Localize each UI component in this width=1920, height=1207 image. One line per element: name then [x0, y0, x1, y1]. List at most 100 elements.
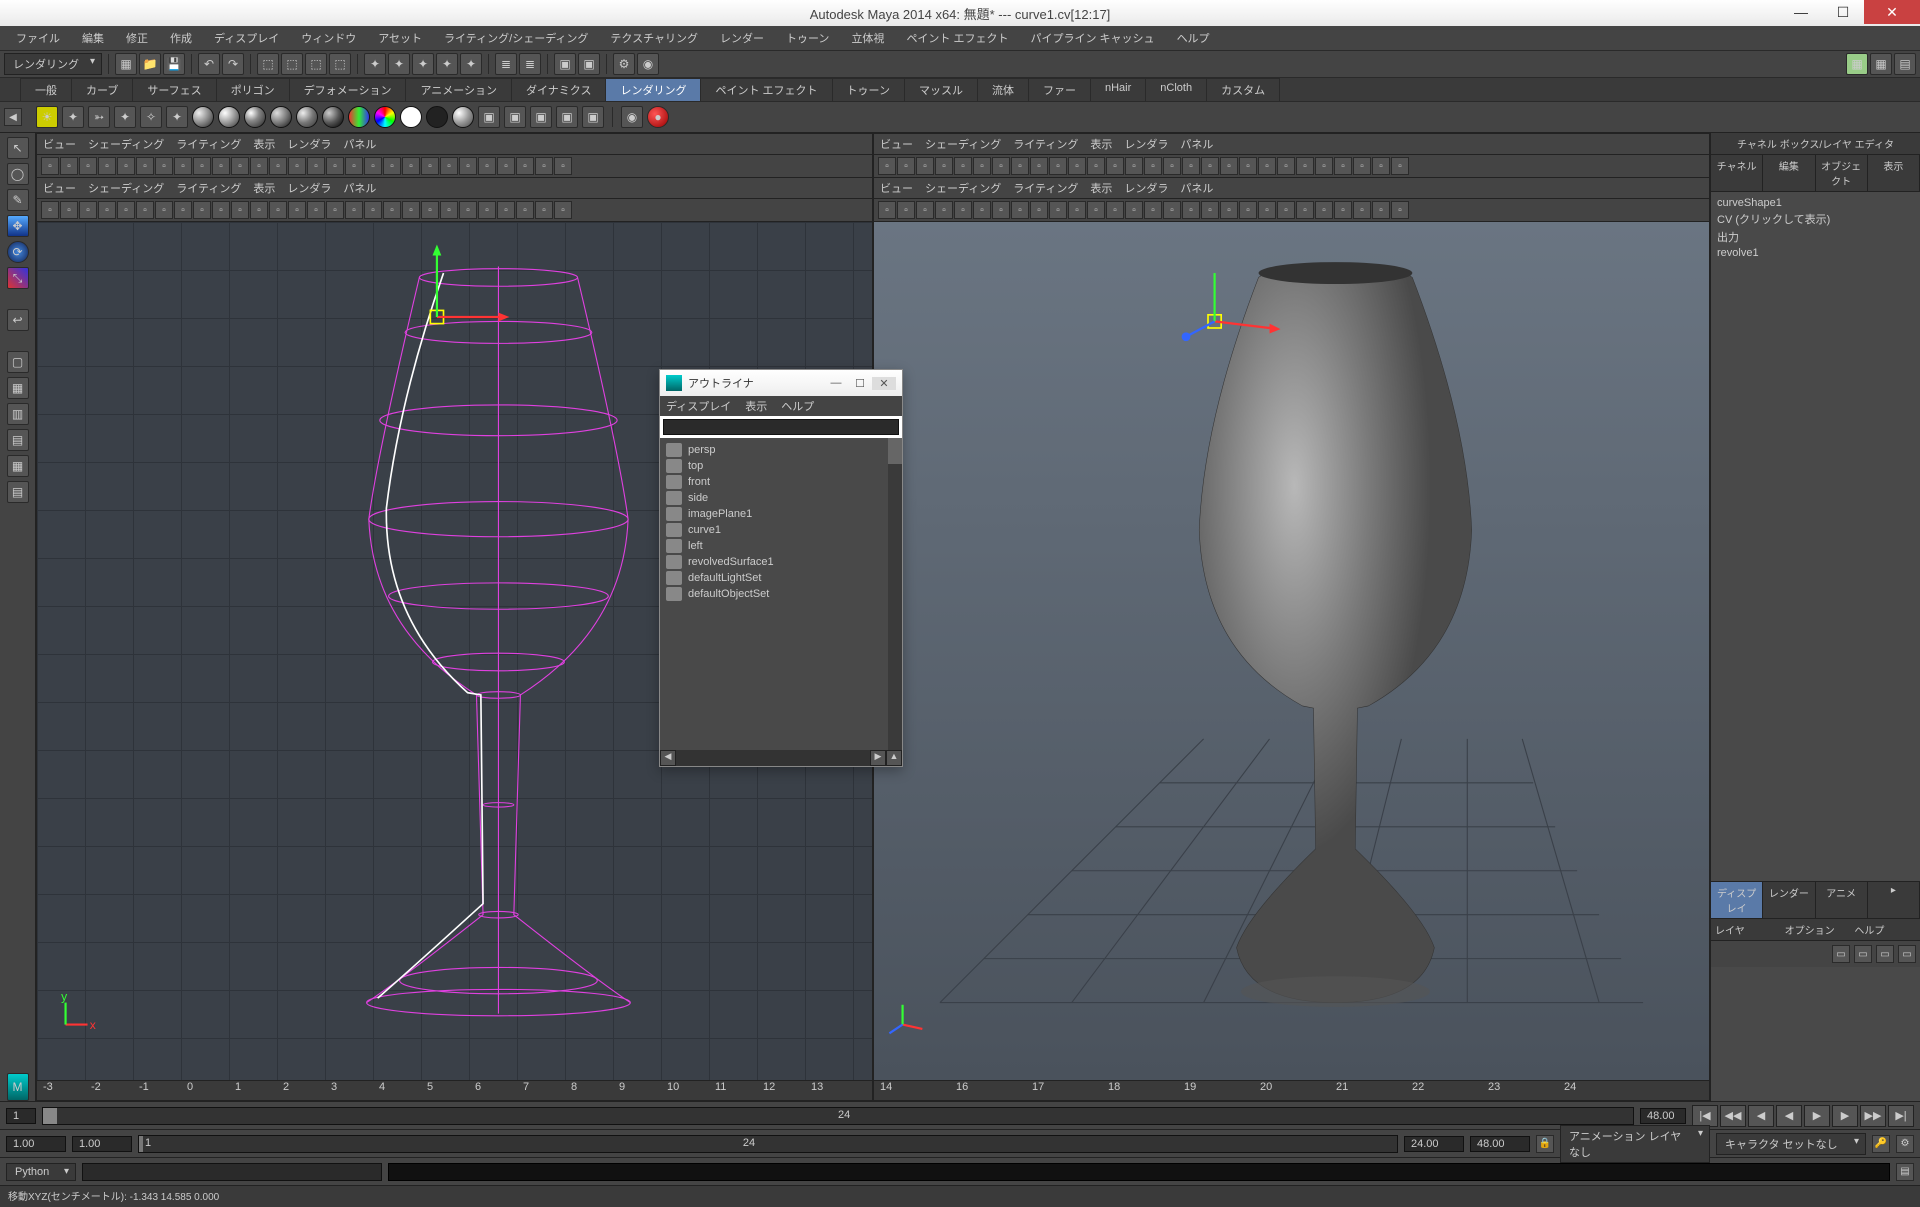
vp-tool-icon[interactable]: ▫	[250, 201, 268, 219]
panel-config-icon[interactable]: ▤	[1894, 53, 1916, 75]
batch-render-icon[interactable]: ▣	[530, 106, 552, 128]
vp-menu-ライティング[interactable]: ライティング	[176, 180, 241, 196]
cb-tab-チャネル[interactable]: チャネル	[1711, 155, 1763, 191]
vp-tool-icon[interactable]: ▫	[364, 201, 382, 219]
vp-tool-icon[interactable]: ▫	[973, 157, 991, 175]
vp-tool-icon[interactable]: ▫	[954, 201, 972, 219]
vp-tool-icon[interactable]: ▫	[1030, 201, 1048, 219]
vp-menu-ビュー[interactable]: ビュー	[43, 180, 76, 196]
layer-menu-オプション[interactable]: オプション	[1781, 919, 1851, 940]
vp-tool-icon[interactable]: ▫	[992, 201, 1010, 219]
menu-ヘルプ[interactable]: ヘルプ	[1167, 28, 1220, 48]
ipr-icon[interactable]: ▣	[504, 106, 526, 128]
maximize-button[interactable]: ☐	[1822, 0, 1864, 24]
menu-作成[interactable]: 作成	[160, 28, 202, 48]
outliner-item[interactable]: defaultLightSet	[662, 570, 900, 586]
render-frame-icon[interactable]: ▣	[554, 53, 576, 75]
menu-ライティング/シェーディング[interactable]: ライティング/シェーディング	[434, 28, 598, 48]
playhead[interactable]	[43, 1108, 57, 1124]
vp-tool-icon[interactable]: ▫	[1258, 157, 1276, 175]
vp-menu-ライティング[interactable]: ライティング	[1013, 136, 1078, 152]
shelf-tab-サーフェス[interactable]: サーフェス	[132, 78, 216, 101]
undo-icon[interactable]: ↶	[198, 53, 220, 75]
vp-tool-icon[interactable]: ▫	[1201, 201, 1219, 219]
vp-tool-icon[interactable]: ▫	[535, 201, 553, 219]
outliner-item[interactable]: defaultObjectSet	[662, 586, 900, 602]
snap-grid-icon[interactable]: ✦	[364, 53, 386, 75]
vp-tool-icon[interactable]: ▫	[1106, 201, 1124, 219]
vp-tool-icon[interactable]: ▫	[459, 201, 477, 219]
outliner-max-button[interactable]: ☐	[848, 377, 872, 390]
outliner-item[interactable]: curve1	[662, 522, 900, 538]
shelf-tab-ペイント エフェクト[interactable]: ペイント エフェクト	[700, 78, 832, 101]
outliner-menu-ディスプレイ[interactable]: ディスプレイ	[666, 398, 731, 414]
vp-menu-ビュー[interactable]: ビュー	[880, 136, 913, 152]
autokey-icon[interactable]: 🔑	[1872, 1135, 1890, 1153]
vp-tool-icon[interactable]: ▫	[136, 201, 154, 219]
vp-tool-icon[interactable]: ▫	[1163, 157, 1181, 175]
vp-tool-icon[interactable]: ▫	[155, 201, 173, 219]
cb-item[interactable]: curveShape1	[1715, 196, 1916, 210]
paint-select-icon[interactable]: ✎	[7, 189, 29, 211]
render-settings-icon[interactable]: ⚙	[613, 53, 635, 75]
range-slider[interactable]: 1.00 1.00 1 24 24.00 48.00 🔒 アニメーション レイヤ…	[0, 1129, 1920, 1157]
close-button[interactable]: ✕	[1864, 0, 1920, 24]
vp-tool-icon[interactable]: ▫	[326, 157, 344, 175]
scale-tool-icon[interactable]: ⤡	[7, 267, 29, 289]
script-editor-icon[interactable]: ▤	[1896, 1163, 1914, 1181]
vp-tool-icon[interactable]: ▫	[935, 201, 953, 219]
shading-map-icon[interactable]	[452, 106, 474, 128]
vp-menu-レンダラ[interactable]: レンダラ	[1124, 180, 1168, 196]
outliner-item[interactable]: top	[662, 458, 900, 474]
vp-tool-icon[interactable]: ▫	[307, 157, 325, 175]
save-scene-icon[interactable]: 💾	[163, 53, 185, 75]
step-fwd-icon[interactable]: ▶▶	[1860, 1105, 1886, 1127]
vp-tool-icon[interactable]: ▫	[1182, 157, 1200, 175]
menu-パイプライン キャッシュ[interactable]: パイプライン キャッシュ	[1021, 28, 1165, 48]
layout-toggle-icon[interactable]: ▦	[1846, 53, 1868, 75]
persp-graph-icon[interactable]: ▦	[7, 455, 29, 477]
vp-menu-パネル[interactable]: パネル	[343, 136, 376, 152]
vp-tool-icon[interactable]: ▫	[212, 201, 230, 219]
ipr-render-icon[interactable]: ▣	[578, 53, 600, 75]
surface-shader-icon[interactable]	[400, 106, 422, 128]
vp-tool-icon[interactable]: ▫	[1068, 157, 1086, 175]
vp-menu-レンダラ[interactable]: レンダラ	[1124, 136, 1168, 152]
vp-tool-icon[interactable]: ▫	[212, 157, 230, 175]
menu-レンダー[interactable]: レンダー	[710, 28, 774, 48]
vp-tool-icon[interactable]: ▫	[478, 157, 496, 175]
vp-tool-icon[interactable]: ▫	[459, 157, 477, 175]
script-lang-dropdown[interactable]: Python	[6, 1163, 76, 1181]
scrollbar-horizontal[interactable]: ◀ ▶ ▲	[660, 750, 902, 766]
cb-item[interactable]: 出力	[1715, 228, 1916, 246]
vp-tool-icon[interactable]: ▫	[421, 157, 439, 175]
vp-tool-icon[interactable]: ▫	[155, 157, 173, 175]
menu-編集[interactable]: 編集	[72, 28, 114, 48]
move-tool-icon[interactable]: ✥	[7, 215, 29, 237]
vp-tool-icon[interactable]: ▫	[60, 157, 78, 175]
vp-tool-icon[interactable]: ▫	[231, 201, 249, 219]
command-input[interactable]	[82, 1163, 382, 1181]
vp-menu-ビュー[interactable]: ビュー	[43, 136, 76, 152]
vp-tool-icon[interactable]: ▫	[916, 157, 934, 175]
cb-item[interactable]: CV (クリックして表示)	[1715, 210, 1916, 228]
vp-tool-icon[interactable]: ▫	[878, 201, 896, 219]
vp-tool-icon[interactable]: ▫	[345, 201, 363, 219]
ambient-light-icon[interactable]: ✦	[62, 106, 84, 128]
vp-tool-icon[interactable]: ▫	[421, 201, 439, 219]
vp-tool-icon[interactable]: ▫	[878, 157, 896, 175]
scroll-up-icon[interactable]: ▲	[886, 750, 902, 766]
point-light-icon[interactable]: ☀	[36, 106, 58, 128]
layer-anim-icon[interactable]: ▭	[1898, 945, 1916, 963]
vp-menu-表示[interactable]: 表示	[253, 180, 275, 196]
vp-tool-icon[interactable]: ▫	[1220, 157, 1238, 175]
vp-menu-表示[interactable]: 表示	[1090, 136, 1112, 152]
anisotropic-material-icon[interactable]	[296, 106, 318, 128]
hsv-ramp-icon[interactable]	[374, 106, 396, 128]
minimize-button[interactable]: —	[1780, 0, 1822, 24]
hypershade-view-icon[interactable]: ▤	[7, 429, 29, 451]
snap-point-icon[interactable]: ✦	[412, 53, 434, 75]
vp-tool-icon[interactable]: ▫	[1334, 157, 1352, 175]
scroll-left-icon[interactable]: ◀	[660, 750, 676, 766]
range-track[interactable]: 1 24	[138, 1135, 1398, 1153]
